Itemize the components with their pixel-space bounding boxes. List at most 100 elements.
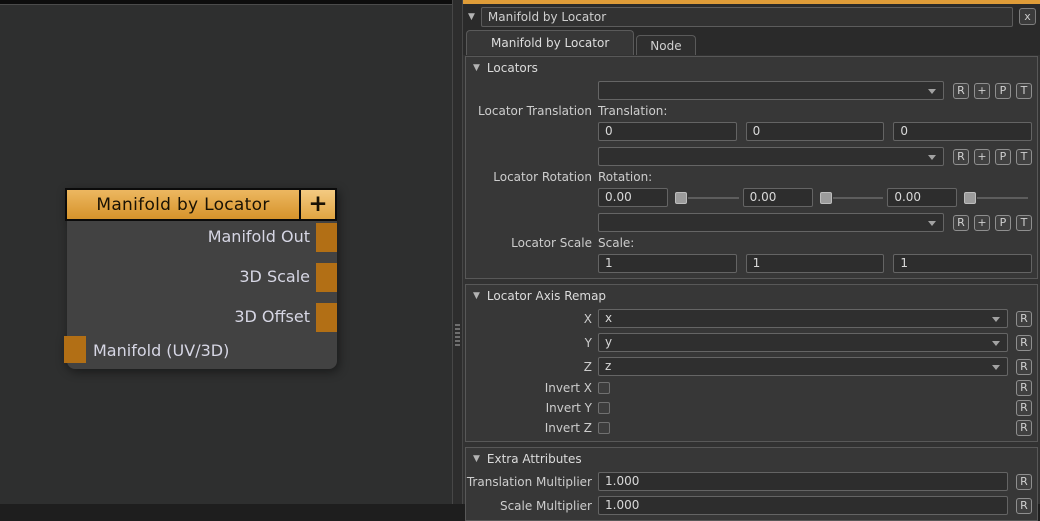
reset-button[interactable]: R — [1016, 359, 1032, 375]
add-button[interactable]: + — [974, 83, 990, 99]
axis-z-dropdown[interactable]: z — [598, 357, 1008, 376]
panel-title[interactable]: Manifold by Locator — [481, 7, 1013, 27]
locator-translation-label: Locator Translation — [466, 104, 598, 118]
chevron-down-icon — [992, 365, 1000, 370]
chevron-down-icon — [992, 341, 1000, 346]
invert-z-checkbox[interactable] — [598, 422, 610, 434]
node-manifold-by-locator[interactable]: Manifold by Locator + Manifold Out 3D Sc… — [65, 188, 337, 369]
collapse-triangle-icon[interactable]: ▼ — [473, 454, 480, 464]
reset-button[interactable]: R — [1016, 335, 1032, 351]
splitter-grip-icon[interactable] — [453, 322, 462, 348]
locator-translation-dropdown[interactable] — [598, 81, 944, 100]
collapse-triangle-icon[interactable]: ▼ — [473, 63, 480, 73]
translation-multiplier-field[interactable]: 1.000 — [598, 472, 1008, 491]
port-connector-manifold-out[interactable] — [316, 223, 337, 252]
translation-multiplier-label: Translation Multiplier — [466, 475, 598, 489]
reset-button[interactable]: R — [1016, 474, 1032, 490]
scale-z-field[interactable]: 1 — [893, 254, 1032, 273]
t-button[interactable]: T — [1016, 83, 1032, 99]
node-title[interactable]: Manifold by Locator — [67, 190, 301, 219]
p-button[interactable]: P — [995, 215, 1011, 231]
slider-handle[interactable] — [675, 192, 687, 204]
slider-handle[interactable] — [820, 192, 832, 204]
axis-x-label: X — [466, 312, 598, 326]
translation-y-field[interactable]: 0 — [746, 122, 885, 141]
section-locators-header[interactable]: ▼ Locators — [466, 60, 1032, 76]
port-connector-3d-scale[interactable] — [316, 263, 337, 292]
rotation-x-slider[interactable] — [675, 192, 739, 204]
reset-button[interactable]: R — [1016, 498, 1032, 514]
tab-manifold-by-locator[interactable]: Manifold by Locator — [466, 30, 634, 55]
add-button[interactable]: + — [974, 215, 990, 231]
slider-handle[interactable] — [964, 192, 976, 204]
port-label-3d-scale: 3D Scale — [239, 266, 310, 288]
locator-rotation-dropdown[interactable] — [598, 147, 944, 166]
reset-button[interactable]: R — [953, 215, 969, 231]
node-graph-area: Manifold by Locator + Manifold Out 3D Sc… — [0, 0, 452, 504]
rotation-x-field[interactable]: 0.00 — [598, 188, 668, 207]
collapse-triangle-icon[interactable]: ▼ — [473, 291, 480, 301]
chevron-down-icon — [928, 221, 936, 226]
node-body[interactable]: Manifold Out 3D Scale 3D Offset Manifold… — [67, 221, 337, 369]
node-graph-canvas[interactable]: Manifold by Locator + Manifold Out 3D Sc… — [0, 4, 452, 504]
rotation-z-slider[interactable] — [964, 192, 1028, 204]
locator-scale-dropdown[interactable] — [598, 213, 944, 232]
section-extra-attributes-header[interactable]: ▼ Extra Attributes — [466, 451, 1032, 467]
rotation-y-slider[interactable] — [820, 192, 884, 204]
node-header[interactable]: Manifold by Locator + — [65, 188, 337, 221]
locator-rotation-label: Locator Rotation — [466, 170, 598, 184]
reset-button[interactable]: R — [1016, 420, 1032, 436]
parameters-area: ▼ Locators R + P T — [463, 55, 1040, 504]
reset-button[interactable]: R — [1016, 400, 1032, 416]
scale-multiplier-label: Scale Multiplier — [466, 499, 598, 513]
add-button[interactable]: + — [974, 149, 990, 165]
axis-y-label: Y — [466, 336, 598, 350]
scale-field-label: Scale: — [598, 236, 1032, 250]
scale-multiplier-field[interactable]: 1.000 — [598, 496, 1008, 515]
port-connector-3d-offset[interactable] — [316, 303, 337, 332]
invert-z-label: Invert Z — [466, 421, 598, 435]
reset-button[interactable]: R — [953, 83, 969, 99]
invert-y-checkbox[interactable] — [598, 402, 610, 414]
port-label-manifold-out: Manifold Out — [208, 226, 310, 248]
translation-x-field[interactable]: 0 — [598, 122, 737, 141]
chevron-down-icon — [992, 317, 1000, 322]
p-button[interactable]: P — [995, 83, 1011, 99]
translation-field-label: Translation: — [598, 104, 1032, 118]
reset-button[interactable]: R — [953, 149, 969, 165]
rotation-field-label: Rotation: — [598, 170, 1032, 184]
port-connector-manifold-uv3d[interactable] — [64, 336, 86, 363]
section-locator-axis-remap: ▼ Locator Axis Remap X x R Y y R — [465, 284, 1038, 442]
translation-z-field[interactable]: 0 — [893, 122, 1032, 141]
axis-y-dropdown[interactable]: y — [598, 333, 1008, 352]
panel-splitter[interactable] — [452, 0, 463, 504]
rotation-z-field[interactable]: 0.00 — [887, 188, 957, 207]
chevron-down-icon — [928, 155, 936, 160]
scale-y-field[interactable]: 1 — [746, 254, 885, 273]
section-title: Locator Axis Remap — [487, 289, 606, 303]
section-axis-remap-header[interactable]: ▼ Locator Axis Remap — [466, 288, 1032, 304]
rotation-y-field[interactable]: 0.00 — [743, 188, 813, 207]
tab-bar: Manifold by Locator Node — [463, 29, 1040, 55]
axis-z-label: Z — [466, 360, 598, 374]
port-label-manifold-uv3d: Manifold (UV/3D) — [93, 340, 229, 362]
section-extra-attributes: ▼ Extra Attributes Translation Multiplie… — [465, 447, 1038, 521]
collapse-triangle-icon[interactable]: ▼ — [468, 12, 475, 22]
tab-node[interactable]: Node — [636, 35, 695, 55]
section-title: Extra Attributes — [487, 452, 582, 466]
section-locators: ▼ Locators R + P T — [465, 56, 1038, 279]
section-title: Locators — [487, 61, 538, 75]
invert-x-checkbox[interactable] — [598, 382, 610, 394]
reset-button[interactable]: R — [1016, 311, 1032, 327]
axis-x-dropdown[interactable]: x — [598, 309, 1008, 328]
node-add-button[interactable]: + — [301, 190, 335, 219]
chevron-down-icon — [928, 89, 936, 94]
p-button[interactable]: P — [995, 149, 1011, 165]
reset-button[interactable]: R — [1016, 380, 1032, 396]
t-button[interactable]: T — [1016, 215, 1032, 231]
locator-scale-label: Locator Scale — [466, 236, 598, 250]
scale-x-field[interactable]: 1 — [598, 254, 737, 273]
panel-titlebar: ▼ Manifold by Locator x — [463, 4, 1040, 29]
t-button[interactable]: T — [1016, 149, 1032, 165]
close-button[interactable]: x — [1019, 8, 1036, 25]
